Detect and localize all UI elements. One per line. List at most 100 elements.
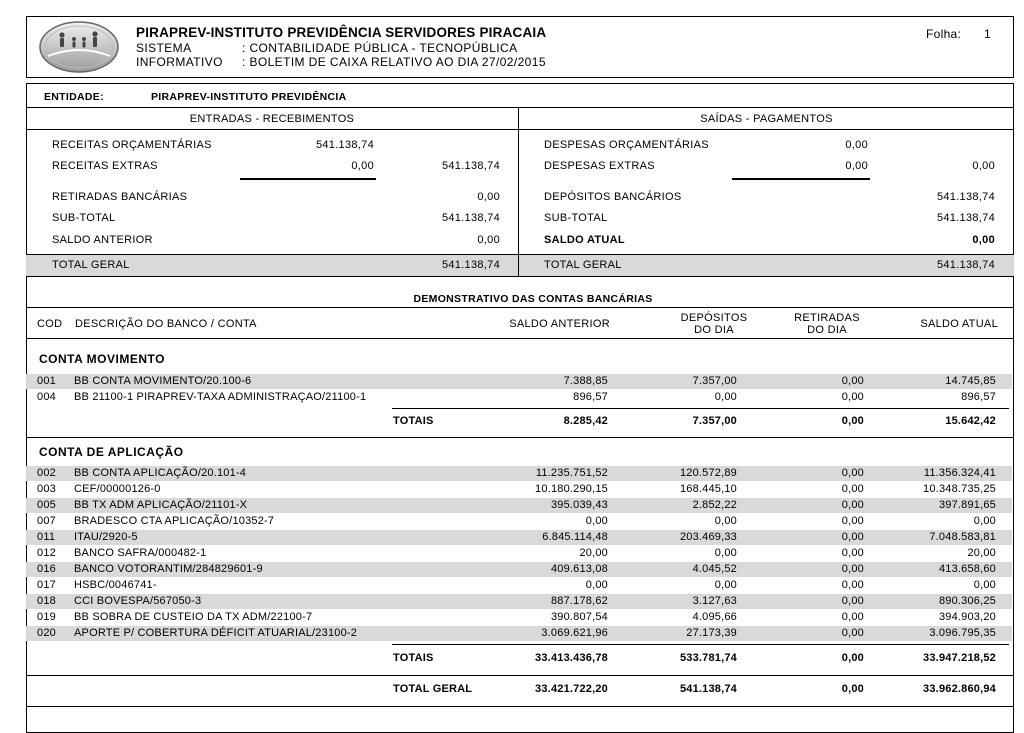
folha-label: Folha: [926, 27, 962, 41]
saldo-atual-cell: 7.048.583,81 [929, 531, 996, 543]
depositos-cell: 27.173,39 [686, 627, 737, 639]
retiradas-cell: 0,00 [841, 595, 864, 607]
total-geral-atual: 33.962.860,94 [923, 683, 996, 695]
depositos-cell: 168.445,10 [679, 483, 737, 495]
aplicacao-totais-anterior: 33.413.436,78 [535, 652, 608, 664]
account-description: BB CONTA MOVIMENTO/20.100-6 [74, 375, 252, 387]
aplicacao-totais-depositos: 533.781,74 [679, 652, 737, 664]
saldo-anterior-cell: 0,00 [585, 515, 608, 527]
saldo-atual-cell: 896,57 [961, 390, 996, 403]
aplicacao-totais-label: TOTAIS [393, 652, 434, 664]
depositos-cell: 0,00 [714, 579, 737, 591]
depositos-cell: 0,00 [714, 515, 737, 527]
saldo-atual-cell: 397.891,65 [938, 499, 996, 511]
institution-title: PIRAPREV-INSTITUTO PREVIDÊNCIA SERVIDORE… [136, 25, 547, 40]
depositos-cell: 4.095,66 [692, 611, 737, 623]
saldo-atual-cell: 14.745,85 [945, 375, 996, 387]
retiradas-cell: 0,00 [841, 563, 864, 575]
family-logo-icon [39, 21, 119, 73]
informativo-value: : BOLETIM DE CAIXA RELATIVO AO DIA 27/02… [242, 55, 546, 69]
account-description: BANCO VOTORANTIM/284829601-9 [74, 563, 263, 575]
retiradas-cell: 0,00 [841, 467, 864, 479]
retiradas-cell: 0,00 [841, 579, 864, 591]
saldo-anterior-cell: 887.178,62 [550, 595, 608, 607]
saidas-total-geral-value: 541.138,74 [936, 259, 995, 271]
account-code: 016 [37, 563, 56, 575]
sistema-value: : CONTABILIDADE PÚBLICA - TECNOPÚBLICA [242, 41, 518, 55]
total-geral-retiradas: 0,00 [841, 683, 864, 695]
retiradas-cell: 0,00 [841, 390, 864, 403]
saldo-anterior-value: 0,00 [477, 234, 500, 246]
table-row: 011 ITAU/2920-5 6.845.114,48 203.469,33 0,00… [26, 530, 1012, 545]
entidade-value: PIRAPREV-INSTITUTO PREVIDÊNCIA [151, 91, 347, 103]
table-row: 005 BB TX ADM APLICAÇÃO/21101-X 395.039,43… [26, 498, 1012, 513]
folha-value: 1 [984, 27, 991, 41]
account-code: 017 [37, 579, 56, 591]
table-row: 017 HSBC/0046741- 0,00 0,00 0,00 0,00 [26, 578, 1012, 593]
demonstrativo-title: DEMONSTRATIVO DAS CONTAS BANCÁRIAS [413, 293, 653, 305]
saldo-anterior-cell: 390.807,54 [550, 611, 608, 623]
depositos-cell: 3.127,63 [692, 595, 737, 607]
saldo-anterior-label: SALDO ANTERIOR [52, 234, 153, 246]
account-description: HSBC/0046741- [74, 579, 157, 591]
total-geral-row: TOTAL GERAL 33.421.722,20 541.138,74 0,0… [26, 682, 1012, 697]
receitas-underline [240, 178, 376, 180]
retiradas-cell: 0,00 [841, 483, 864, 495]
account-description: BB TX ADM APLICAÇÃO/21101-X [74, 499, 248, 511]
despesas-total: 0,00 [972, 160, 995, 172]
account-code: 002 [37, 467, 56, 479]
saldo-anterior-cell: 896,57 [573, 390, 608, 403]
table-row: 018 CCI BOVESPA/567050-3 887.178,62 3.127,6… [26, 594, 1012, 609]
depositos-cell: 7.357,00 [692, 375, 737, 387]
entidade-label: ENTIDADE: [44, 91, 104, 103]
col-saldo-anterior: SALDO ANTERIOR [509, 318, 610, 330]
saldo-atual-cell: 394.903,20 [938, 611, 996, 623]
saldo-anterior-cell: 20,00 [579, 547, 608, 559]
table-row: 001 BB CONTA MOVIMENTO/20.100-6 7.388,85 7.… [26, 374, 1012, 389]
movimento-totais-label: TOTAIS [393, 415, 434, 427]
total-geral-anterior: 33.421.722,20 [535, 683, 608, 695]
receitas-extras-value: 0,00 [351, 160, 374, 172]
total-geral-depositos: 541.138,74 [679, 683, 737, 695]
table-row: 012 BANCO SAFRA/000482-1 20,00 0,00 0,00 20,0… [26, 546, 1012, 561]
table-row: 003 CEF/00000126-0 10.180.290,15 168.445,10… [26, 482, 1012, 497]
retiradas-cell: 0,00 [841, 375, 864, 387]
saldo-atual-cell: 20,00 [967, 547, 996, 559]
table-row: 016 BANCO VOTORANTIM/284829601-9 409.613,0… [26, 562, 1012, 577]
saidas-total-geral-label: TOTAL GERAL [544, 259, 622, 271]
account-code: 020 [37, 627, 56, 639]
retiradas-bancarias-value: 0,00 [477, 191, 500, 203]
entradas-subtotal-value: 541.138,74 [441, 212, 500, 224]
retiradas-cell: 0,00 [841, 531, 864, 543]
account-code: 004 [37, 390, 56, 403]
col-cod: COD [37, 318, 63, 330]
col-descricao: DESCRIÇÃO DO BANCO / CONTA [75, 318, 257, 330]
movimento-totais-anterior: 8.285,42 [563, 415, 608, 427]
account-code: 011 [37, 531, 56, 543]
retiradas-cell: 0,00 [841, 627, 864, 639]
movimento-totais-retiradas: 0,00 [841, 415, 864, 427]
saidas-subtotal-label: SUB-TOTAL [544, 212, 608, 224]
saldo-atual-value: 0,00 [972, 234, 995, 246]
total-geral-band [26, 254, 1014, 276]
account-description: BB CONTA APLICAÇÃO/20.101-4 [74, 467, 247, 479]
receitas-orcamentarias-value: 541.138,74 [315, 139, 374, 151]
aplicacao-totais-row: TOTAIS 33.413.436,78 533.781,74 0,00 33.… [26, 651, 1012, 666]
despesas-orcamentarias-value: 0,00 [845, 139, 868, 151]
saidas-heading: SAÍDAS - PAGAMENTOS [700, 113, 833, 125]
saldo-atual-cell: 11.356.324,41 [923, 467, 996, 479]
depositos-cell: 0,00 [714, 390, 737, 403]
sistema-label: SISTEMA [136, 41, 192, 55]
account-code: 003 [37, 483, 56, 495]
account-description: BB 21100-1 PIRAPREV-TAXA ADMINISTRAÇAO/2… [74, 390, 367, 403]
account-description: ITAU/2920-5 [74, 531, 138, 543]
aplicacao-totais-retiradas: 0,00 [841, 652, 864, 664]
saldo-anterior-cell: 395.039,43 [550, 499, 608, 511]
depositos-bancarios-label: DEPÓSITOS BANCÁRIOS [544, 191, 682, 203]
despesas-orcamentarias-label: DESPESAS ORÇAMENTÁRIAS [544, 139, 709, 151]
aplicacao-totais-atual: 33.947.218,52 [923, 652, 996, 664]
account-code: 007 [37, 515, 56, 527]
movimento-totais-atual: 15.642,42 [945, 415, 996, 427]
movimento-totais-depositos: 7.357,00 [692, 415, 737, 427]
account-description: CEF/00000126-0 [74, 483, 161, 495]
